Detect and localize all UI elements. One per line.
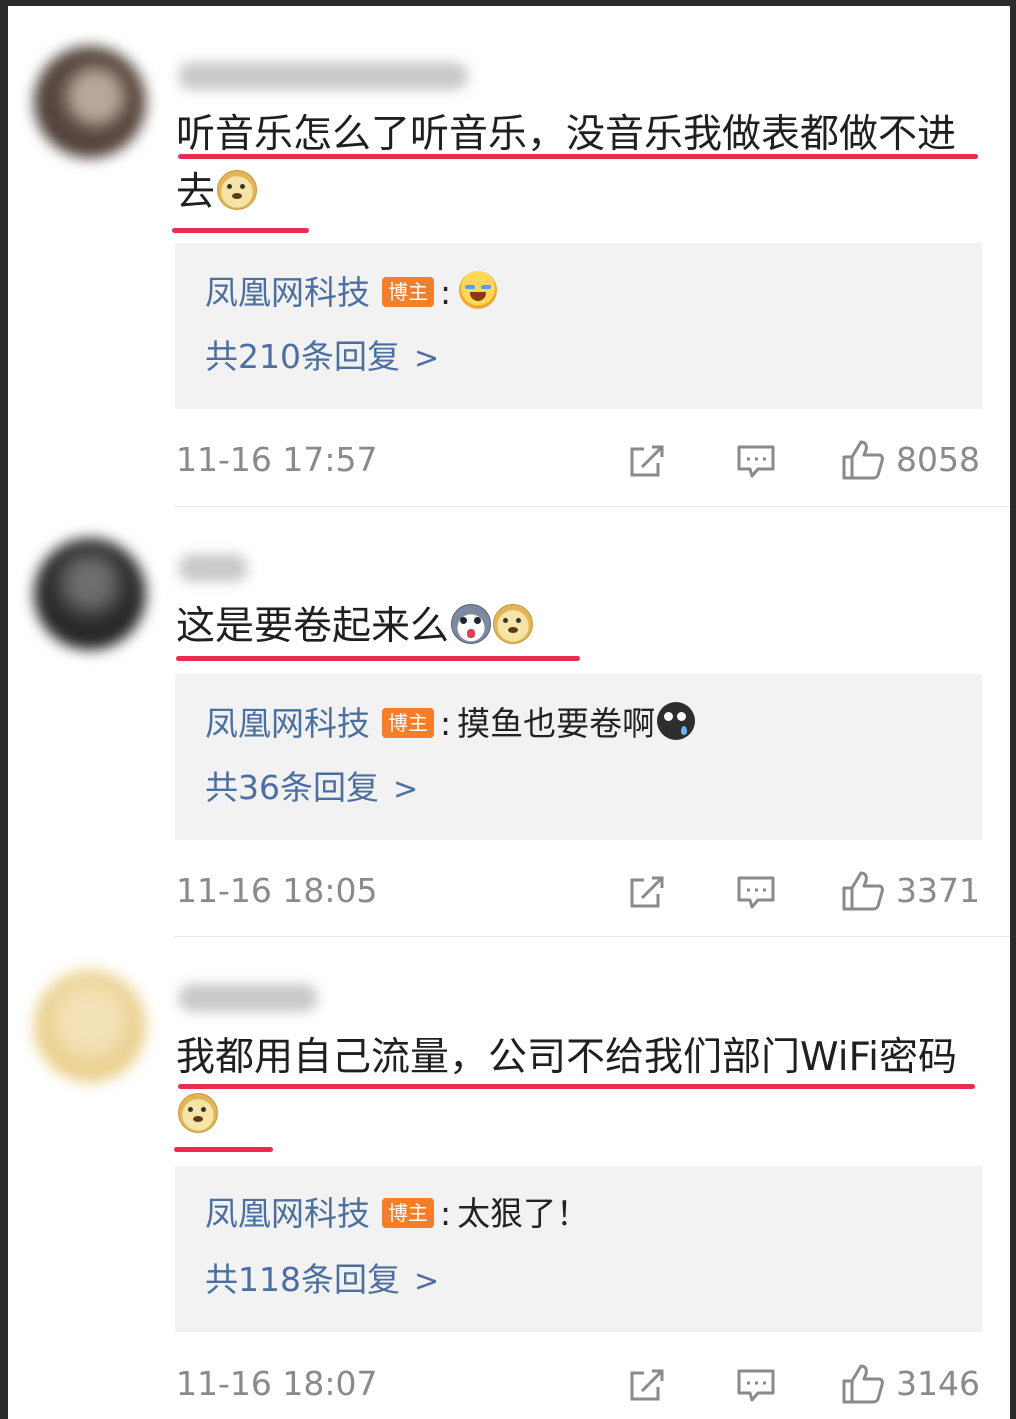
divider — [174, 506, 1010, 507]
underline-highlight — [172, 228, 309, 233]
username-blurred[interactable] — [178, 62, 468, 90]
reply-line: 凤凰网科技 博主: 太狠了！ — [205, 1194, 589, 1234]
comment-icon[interactable] — [736, 441, 776, 481]
reply-count-link[interactable]: 共36条回复 > — [205, 768, 418, 810]
reply-count-label: 共118条回复 — [205, 1260, 400, 1299]
comment-icon[interactable] — [736, 872, 776, 912]
like-count: 8058 — [896, 440, 980, 479]
underline-highlight — [176, 656, 580, 661]
share-icon[interactable] — [628, 872, 668, 912]
thumbs-up-icon[interactable] — [841, 1362, 885, 1406]
husky-emoji — [451, 604, 492, 644]
chevron-right-icon: > — [414, 1264, 440, 1299]
laughing-crying-emoji — [459, 271, 498, 309]
comment-list: 听音乐怎么了听音乐，没音乐我做表都做不进去 凤凰网科技 博主: 共210条回复 > … — [8, 6, 1010, 1419]
blogger-badge: 博主 — [382, 708, 434, 738]
like-count: 3371 — [896, 871, 980, 910]
reply-preview[interactable]: 凤凰网科技 博主: 共210条回复 > — [175, 243, 982, 409]
chevron-right-icon: > — [414, 341, 440, 376]
reply-line: 凤凰网科技 博主: — [205, 271, 498, 313]
divider — [174, 936, 1010, 937]
comment-time: 11-16 18:05 — [176, 871, 378, 910]
avatar[interactable] — [34, 538, 146, 650]
reply-count-label: 共36条回复 — [205, 768, 379, 807]
share-icon[interactable] — [628, 441, 668, 481]
doge-emoji — [178, 1093, 218, 1133]
reply-author[interactable]: 凤凰网科技 — [205, 273, 370, 312]
reply-text: 太狠了！ — [457, 1194, 590, 1233]
username-blurred[interactable] — [178, 984, 318, 1012]
share-icon[interactable] — [628, 1365, 668, 1405]
reply-count-link[interactable]: 共210条回复 > — [205, 337, 439, 379]
reply-count-link[interactable]: 共118条回复 > — [205, 1260, 439, 1302]
reply-separator: : — [440, 704, 452, 743]
comment-meta: 11-16 18:07 3146 — [8, 1361, 1010, 1407]
avatar[interactable] — [34, 46, 146, 158]
comment-time: 11-16 18:07 — [176, 1364, 378, 1403]
underline-highlight — [174, 1147, 273, 1152]
like-count: 3146 — [896, 1364, 980, 1403]
reply-line: 凤凰网科技 博主: 摸鱼也要卷啊 — [205, 702, 696, 744]
doge-emoji — [217, 170, 258, 210]
reply-text: 摸鱼也要卷啊 — [457, 704, 656, 743]
thumbs-up-icon[interactable] — [841, 438, 885, 482]
comment-text: 听音乐怎么了听音乐，没音乐我做表都做不进去 — [176, 112, 957, 215]
username-blurred[interactable] — [178, 554, 248, 582]
reply-count-label: 共210条回复 — [205, 337, 400, 376]
reply-separator: : — [440, 1194, 452, 1233]
thumbs-up-icon[interactable] — [841, 869, 885, 913]
comment-meta: 11-16 18:05 3371 — [8, 868, 1010, 914]
reply-preview[interactable]: 凤凰网科技 博主: 摸鱼也要卷啊 共36条回复 > — [175, 674, 982, 840]
doge-emoji — [493, 604, 534, 644]
avatar[interactable] — [34, 970, 146, 1082]
reply-author[interactable]: 凤凰网科技 — [205, 1194, 370, 1233]
comment-icon[interactable] — [736, 1365, 776, 1405]
comment-time: 11-16 17:57 — [176, 440, 378, 479]
comment-meta: 11-16 17:57 8058 — [8, 437, 1010, 483]
reply-author[interactable]: 凤凰网科技 — [205, 704, 370, 743]
chevron-right-icon: > — [393, 772, 419, 807]
reply-preview[interactable]: 凤凰网科技 博主: 太狠了！ 共118条回复 > — [175, 1166, 982, 1332]
comment-text: 这是要卷起来么 — [176, 598, 986, 656]
reply-separator: : — [440, 273, 452, 312]
sweating-emoji — [657, 702, 696, 740]
blogger-badge: 博主 — [382, 277, 434, 307]
blogger-badge: 博主 — [382, 1198, 434, 1228]
underline-highlight — [178, 154, 978, 159]
underline-highlight — [178, 1084, 975, 1089]
